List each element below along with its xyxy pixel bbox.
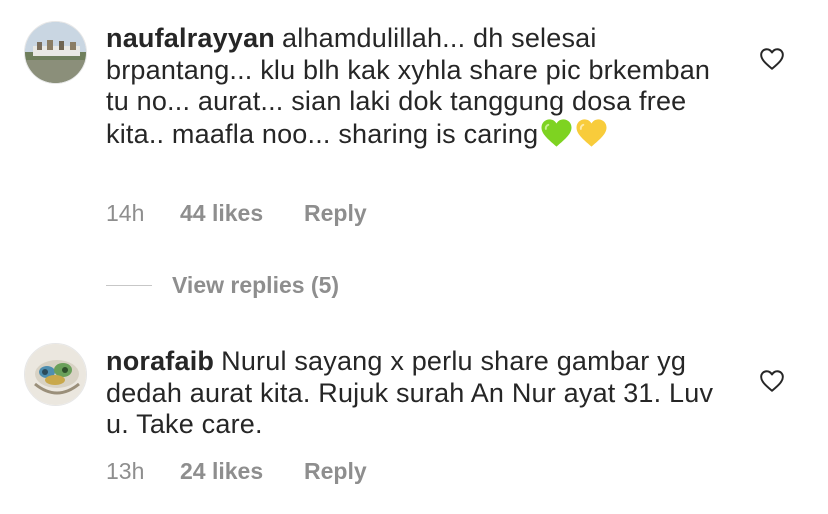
view-replies-label: View replies (5) <box>172 272 340 298</box>
divider <box>106 285 152 286</box>
reply-button[interactable]: Reply <box>304 458 367 485</box>
comment-text: norafaib Nurul sayang x perlu share gamba… <box>106 346 726 441</box>
like-heart-icon[interactable] <box>759 369 785 393</box>
likes-count[interactable]: 44 likes <box>180 200 304 227</box>
comment-meta: 13h 24 likes Reply <box>106 458 367 485</box>
view-replies-button[interactable]: View replies (5) <box>106 272 339 299</box>
comment-text: naufalrayyan alhamdulillah... dh selesai … <box>106 23 726 155</box>
green-heart-icon <box>540 118 573 156</box>
comment-username[interactable]: naufalrayyan <box>106 23 275 53</box>
avatar[interactable] <box>24 343 87 406</box>
timestamp: 13h <box>106 458 145 484</box>
reply-button[interactable]: Reply <box>304 200 367 227</box>
likes-count[interactable]: 24 likes <box>180 458 304 485</box>
like-heart-icon[interactable] <box>759 47 785 71</box>
comment: norafaib Nurul sayang x perlu share gamba… <box>0 330 828 514</box>
timestamp: 14h <box>106 200 145 226</box>
comment-meta: 14h 44 likes Reply <box>106 200 367 227</box>
avatar[interactable] <box>24 21 87 84</box>
comment-username[interactable]: norafaib <box>106 346 214 376</box>
comment: naufalrayyan alhamdulillah... dh selesai … <box>0 0 828 250</box>
yellow-heart-icon <box>575 118 608 156</box>
